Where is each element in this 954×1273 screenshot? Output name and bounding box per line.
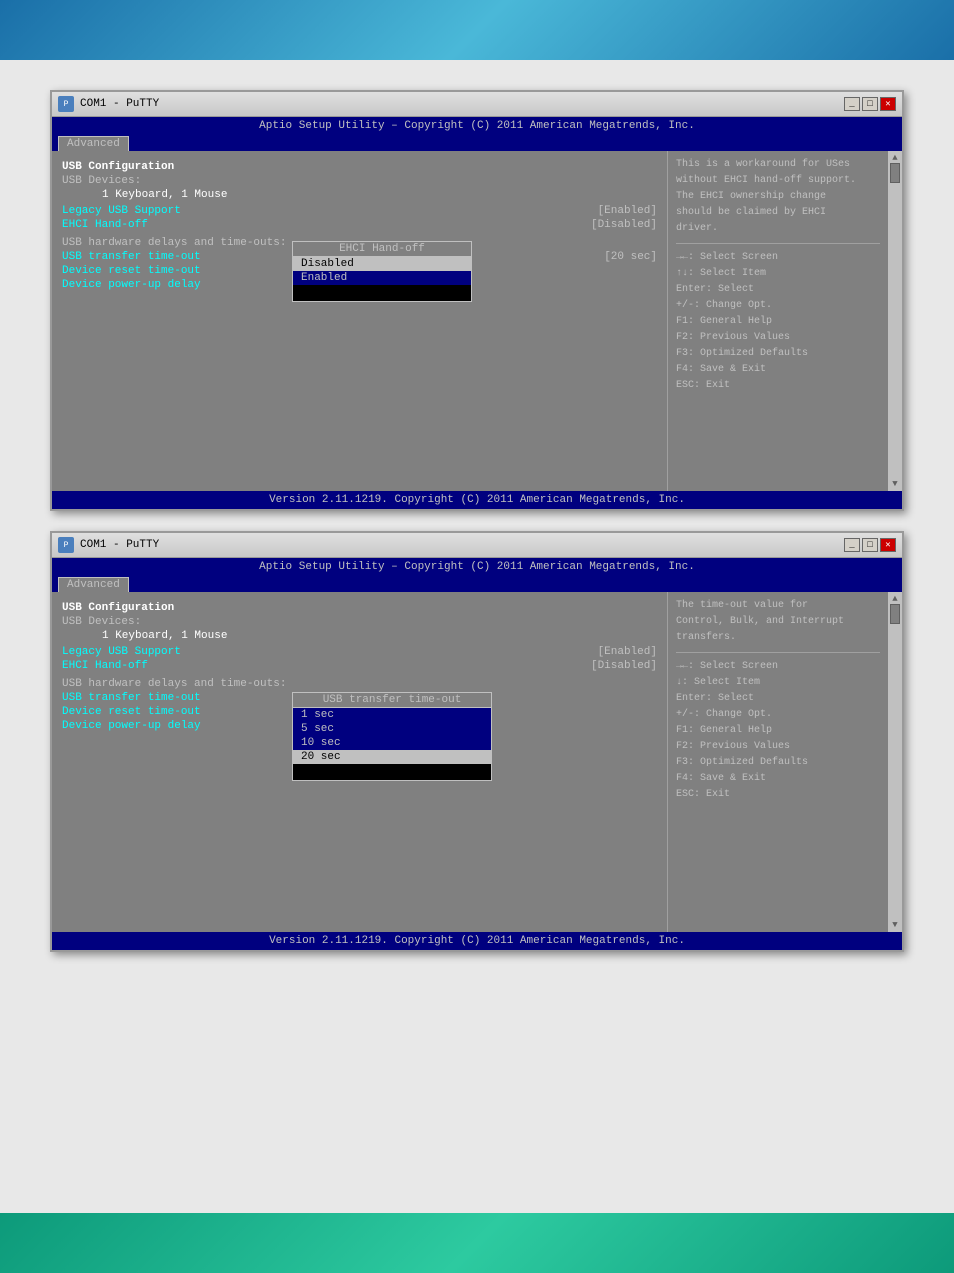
- scrollbar-2[interactable]: ▲ ▼: [888, 592, 902, 932]
- section-title-2: USB Configuration: [62, 602, 657, 614]
- close-button-1[interactable]: ✕: [880, 97, 896, 111]
- device-reset-label-2[interactable]: Device reset time-out: [62, 706, 201, 718]
- scrollbar-thumb-1[interactable]: [890, 163, 900, 183]
- titlebar-2: P COM1 - PuTTY _ □ ✕: [52, 533, 902, 558]
- ehci-val-2: [Disabled]: [591, 660, 657, 672]
- legacy-usb-val-1: [Enabled]: [598, 205, 657, 217]
- main-content: P COM1 - PuTTY _ □ ✕ Aptio Setup Utility…: [0, 60, 954, 982]
- bios-footer-2: Version 2.11.1219. Copyright (C) 2011 Am…: [52, 932, 902, 950]
- usb-devices-value-1: 1 Keyboard, 1 Mouse: [102, 189, 657, 201]
- key-help-2: →←: Select Screen ↓: Select Item Enter: …: [676, 659, 880, 803]
- bios-header-2: Aptio Setup Utility – Copyright (C) 2011…: [52, 558, 902, 576]
- titlebar-1: P COM1 - PuTTY _ □ ✕: [52, 92, 902, 117]
- legacy-usb-row-2: Legacy USB Support [Enabled]: [62, 646, 657, 658]
- bios-screen-2: Aptio Setup Utility – Copyright (C) 2011…: [52, 558, 902, 950]
- minimize-button-1[interactable]: _: [844, 97, 860, 111]
- bios-right-1: This is a workaround for USeswithout EHC…: [668, 151, 888, 491]
- advanced-tab-1[interactable]: Advanced: [58, 136, 129, 151]
- maximize-button-1[interactable]: □: [862, 97, 878, 111]
- usb-transfer-label-2[interactable]: USB transfer time-out: [62, 692, 201, 704]
- legacy-usb-label-1[interactable]: Legacy USB Support: [62, 205, 181, 217]
- putty-window-1: P COM1 - PuTTY _ □ ✕ Aptio Setup Utility…: [50, 90, 904, 511]
- popup-item-10sec[interactable]: 10 sec: [293, 736, 491, 750]
- bios-left-1: USB Configuration USB Devices: 1 Keyboar…: [52, 151, 668, 491]
- popup-footer-2: [293, 764, 491, 780]
- usb-transfer-val-1: [20 sec]: [604, 251, 657, 263]
- bios-main-1: USB Configuration USB Devices: 1 Keyboar…: [52, 151, 902, 491]
- ehci-popup-1: EHCI Hand-off Disabled Enabled: [292, 241, 472, 302]
- usb-devices-label-2: USB Devices:: [62, 616, 657, 628]
- window-controls-2: _ □ ✕: [844, 538, 896, 552]
- bios-left-2: USB Configuration USB Devices: 1 Keyboar…: [52, 592, 668, 932]
- popup-title-1: EHCI Hand-off: [293, 242, 471, 257]
- legacy-usb-val-2: [Enabled]: [598, 646, 657, 658]
- device-power-label-2[interactable]: Device power-up delay: [62, 720, 201, 732]
- ehci-row-1: EHCI Hand-off [Disabled]: [62, 219, 657, 231]
- usb-timeout-popup-2: USB transfer time-out 1 sec 5 sec 10 sec…: [292, 692, 492, 781]
- maximize-button-2[interactable]: □: [862, 538, 878, 552]
- top-decorative-bar: [0, 0, 954, 60]
- title-left-1: P COM1 - PuTTY: [58, 96, 159, 112]
- ehci-label-2[interactable]: EHCI Hand-off: [62, 660, 148, 672]
- device-power-label-1[interactable]: Device power-up delay: [62, 279, 201, 291]
- right-help-2: The time-out value forControl, Bulk, and…: [676, 598, 880, 646]
- right-help-1: This is a workaround for USeswithout EHC…: [676, 157, 880, 237]
- ehci-label-1[interactable]: EHCI Hand-off: [62, 219, 148, 231]
- usb-devices-value-2: 1 Keyboard, 1 Mouse: [102, 630, 657, 642]
- popup-footer-1: [293, 285, 471, 301]
- hw-delays-label-2: USB hardware delays and time-outs:: [62, 678, 657, 690]
- bottom-decorative-bar: [0, 1213, 954, 1273]
- bios-main-2: USB Configuration USB Devices: 1 Keyboar…: [52, 592, 902, 932]
- popup-item-1sec[interactable]: 1 sec: [293, 708, 491, 722]
- bios-tab-row-1: Advanced: [52, 135, 902, 151]
- usb-devices-label-1: USB Devices:: [62, 175, 657, 187]
- bios-footer-1: Version 2.11.1219. Copyright (C) 2011 Am…: [52, 491, 902, 509]
- close-button-2[interactable]: ✕: [880, 538, 896, 552]
- putty-window-2: P COM1 - PuTTY _ □ ✕ Aptio Setup Utility…: [50, 531, 904, 952]
- window-title-1: COM1 - PuTTY: [80, 98, 159, 110]
- device-reset-label-1[interactable]: Device reset time-out: [62, 265, 201, 277]
- bios-right-2: The time-out value forControl, Bulk, and…: [668, 592, 888, 932]
- scrollbar-thumb-2[interactable]: [890, 604, 900, 624]
- popup-item-5sec[interactable]: 5 sec: [293, 722, 491, 736]
- bios-content-2: USB Configuration USB Devices: 1 Keyboar…: [52, 592, 888, 932]
- bios-header-1: Aptio Setup Utility – Copyright (C) 2011…: [52, 117, 902, 135]
- putty-icon-1: P: [58, 96, 74, 112]
- bios-screen-1: Aptio Setup Utility – Copyright (C) 2011…: [52, 117, 902, 509]
- title-left-2: P COM1 - PuTTY: [58, 537, 159, 553]
- ehci-row-2: EHCI Hand-off [Disabled]: [62, 660, 657, 672]
- popup-item-enabled-1[interactable]: Enabled: [293, 271, 471, 285]
- help-text-1: This is a workaround for USeswithout EHC…: [676, 157, 880, 237]
- legacy-usb-label-2[interactable]: Legacy USB Support: [62, 646, 181, 658]
- section-title-1: USB Configuration: [62, 161, 657, 173]
- bios-tab-row-2: Advanced: [52, 576, 902, 592]
- putty-icon-2: P: [58, 537, 74, 553]
- help-text-2: The time-out value forControl, Bulk, and…: [676, 598, 880, 646]
- advanced-tab-2[interactable]: Advanced: [58, 577, 129, 592]
- legacy-usb-row-1: Legacy USB Support [Enabled]: [62, 205, 657, 217]
- usb-transfer-label-1[interactable]: USB transfer time-out: [62, 251, 201, 263]
- key-help-1: →←: Select Screen ↑↓: Select Item Enter:…: [676, 250, 880, 394]
- popup-item-20sec[interactable]: 20 sec: [293, 750, 491, 764]
- ehci-val-1: [Disabled]: [591, 219, 657, 231]
- minimize-button-2[interactable]: _: [844, 538, 860, 552]
- window-controls-1: _ □ ✕: [844, 97, 896, 111]
- window-title-2: COM1 - PuTTY: [80, 539, 159, 551]
- popup-item-disabled-1[interactable]: Disabled: [293, 257, 471, 271]
- scrollbar-1[interactable]: ▲ ▼: [888, 151, 902, 491]
- popup-title-2: USB transfer time-out: [293, 693, 491, 708]
- bios-content-1: USB Configuration USB Devices: 1 Keyboar…: [52, 151, 888, 491]
